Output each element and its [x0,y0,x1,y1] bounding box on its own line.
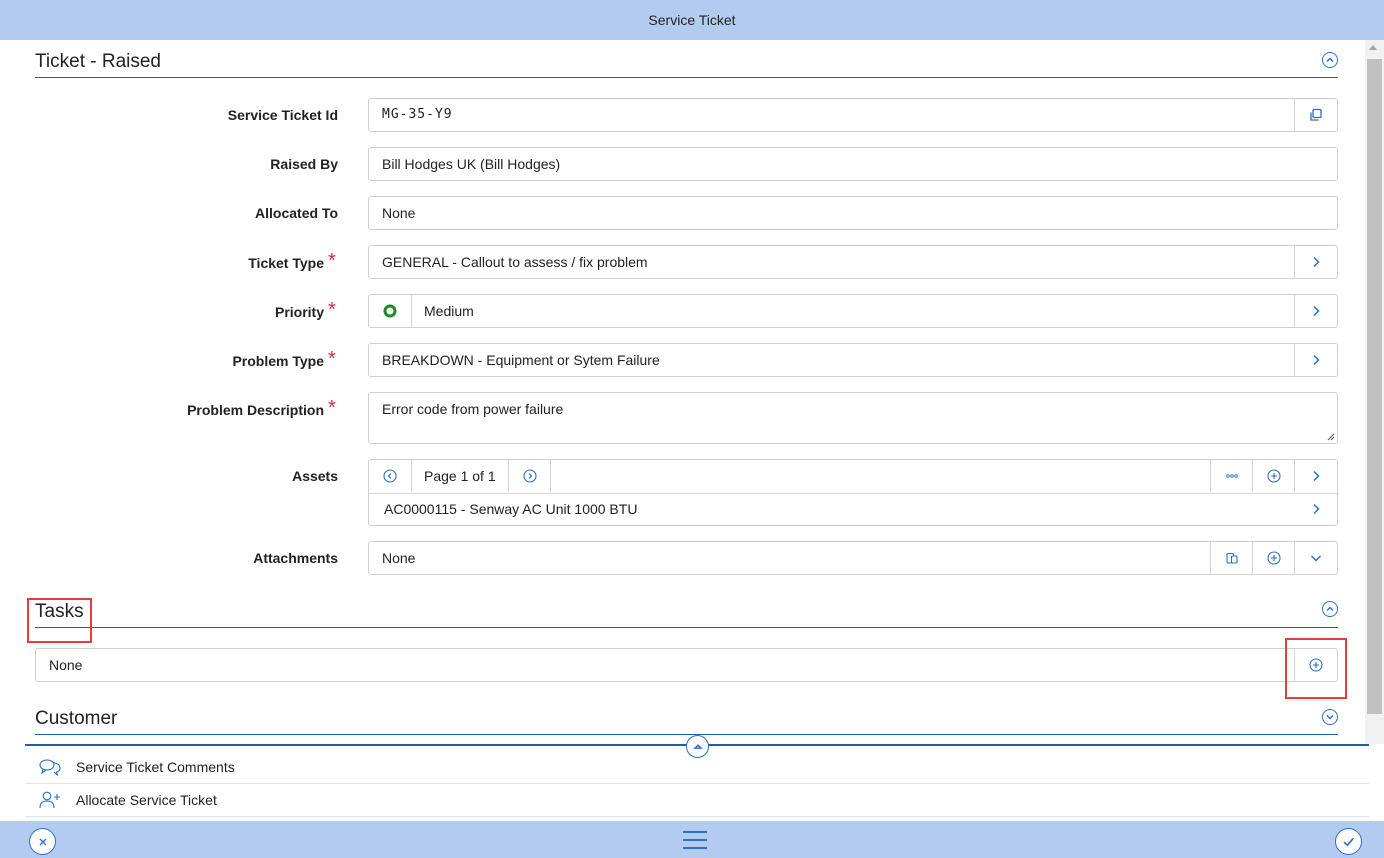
priority-field[interactable]: Medium [368,294,1338,328]
close-icon [39,838,46,845]
priority-select-button[interactable] [1294,295,1337,327]
status-dot-icon [383,304,397,318]
attachments-expand-button[interactable] [1294,542,1337,574]
service-ticket-id-label: Service Ticket Id [227,107,338,123]
customer-section-header: Customer [35,698,1338,735]
ticket-type-select-button[interactable] [1294,246,1337,278]
chevron-right-icon [1313,256,1320,268]
ticket-type-label: Ticket Type [248,255,324,271]
assets-field: Page 1 of 1 AC0000115 - Senway AC Unit 1… [368,459,1338,526]
assets-label: Assets [292,468,338,484]
title-bar: Service Ticket [0,0,1384,40]
scrollbar-thumb[interactable] [1367,59,1382,714]
chevron-up-icon [1326,57,1334,62]
ticket-section-header: Ticket - Raised [35,40,1338,78]
scroll-up-arrow-icon[interactable] [1369,45,1377,50]
allocated-to-field[interactable]: None [368,196,1338,230]
bottom-toolbar [0,821,1384,858]
menu-button[interactable] [682,830,708,850]
plus-circle-icon [1267,469,1281,483]
ticket-type-field[interactable]: GENERAL - Callout to assess / fix proble… [368,245,1338,279]
plus-circle-icon [1267,551,1281,565]
assets-toolbar-divider [550,460,551,492]
action-links: Service Ticket Comments Allocate Service… [25,744,1369,820]
allocated-to-value: None [382,205,416,221]
cancel-button[interactable] [29,828,56,855]
assets-prev-page-button[interactable] [369,460,412,492]
check-icon [1343,837,1354,847]
problem-description-required-marker: * [328,397,336,419]
vertical-scrollbar[interactable] [1365,40,1384,744]
customer-section-title: Customer [35,708,118,729]
collapse-tasks-button[interactable] [1322,601,1338,617]
problem-type-select-button[interactable] [1294,344,1337,376]
chevron-up-icon [1326,606,1334,611]
service-ticket-id-value: MG-35-Y9 [382,107,453,122]
priority-status [369,295,412,327]
chevron-right-circle-icon [523,469,537,483]
chevron-right-icon [1313,503,1320,515]
service-ticket-id-field: MG-35-Y9 [368,98,1338,132]
tasks-field: None [35,648,1338,682]
confirm-button[interactable] [1335,828,1362,855]
add-task-highlight-box [1285,638,1347,699]
add-user-icon [39,791,60,809]
more-dots-icon [1226,474,1238,478]
priority-required-marker: * [328,299,336,321]
attachments-value: None [382,550,416,566]
assets-add-button[interactable] [1252,460,1295,492]
allocate-service-ticket-link[interactable]: Allocate Service Ticket [25,784,1369,817]
problem-type-label: Problem Type [232,353,324,369]
attachments-field: None [368,541,1338,575]
problem-description-textarea[interactable]: Error code from power failure [368,392,1338,444]
asset-list-item[interactable]: AC0000115 - Senway AC Unit 1000 BTU [369,494,1337,525]
service-ticket-comments-link[interactable]: Service Ticket Comments [25,751,1369,784]
ticket-section-title: Ticket - Raised [35,51,161,72]
problem-type-value: BREAKDOWN - Equipment or Sytem Failure [382,352,660,368]
chevron-left-circle-icon [383,469,397,483]
raised-by-label: Raised By [270,156,338,172]
attachments-add-button[interactable] [1252,542,1295,574]
assets-pager-text: Page 1 of 1 [424,468,496,484]
ticket-type-value: GENERAL - Callout to assess / fix proble… [382,254,648,270]
assets-next-page-button[interactable] [508,460,551,492]
chevron-down-icon [1326,715,1334,720]
chevron-right-icon [1313,354,1320,366]
problem-type-required-marker: * [328,348,336,370]
comments-icon [39,759,61,776]
allocated-to-label: Allocated To [255,205,338,221]
clipboard-icon [1226,552,1238,564]
raised-by-field[interactable]: Bill Hodges UK (Bill Hodges) [368,147,1338,181]
chevron-down-icon [1310,555,1322,562]
form-content: Ticket - Raised Service Ticket Id MG-35-… [0,40,1348,744]
priority-value: Medium [424,303,474,319]
service-ticket-comments-label: Service Ticket Comments [76,759,235,775]
hamburger-menu-icon [683,831,707,849]
copy-icon [1310,108,1322,121]
collapse-ticket-button[interactable] [1322,52,1338,68]
copy-id-button[interactable] [1294,99,1337,131]
resize-handle-icon[interactable] [1326,432,1335,441]
tasks-section-header: Tasks [35,590,1338,628]
problem-description-value: Error code from power failure [382,401,564,417]
problem-type-field[interactable]: BREAKDOWN - Equipment or Sytem Failure [368,343,1338,377]
problem-description-label: Problem Description [187,402,324,418]
tasks-value: None [49,657,83,673]
priority-label: Priority [274,304,324,320]
assets-open-button[interactable] [1294,460,1337,492]
allocate-service-ticket-label: Allocate Service Ticket [76,792,217,808]
tasks-highlight-box [27,598,92,643]
attachments-label: Attachments [253,550,338,566]
attachments-paste-button[interactable] [1210,542,1253,574]
assets-toolbar: Page 1 of 1 [369,460,1337,494]
chevron-right-icon [1313,470,1320,482]
raised-by-value: Bill Hodges UK (Bill Hodges) [382,156,561,172]
ticket-type-required-marker: * [328,250,336,272]
asset-item-label: AC0000115 - Senway AC Unit 1000 BTU [384,501,638,517]
expand-customer-button[interactable] [1322,709,1338,725]
assets-more-button[interactable] [1210,460,1253,492]
page-title: Service Ticket [648,12,736,28]
chevron-right-icon [1313,305,1320,317]
